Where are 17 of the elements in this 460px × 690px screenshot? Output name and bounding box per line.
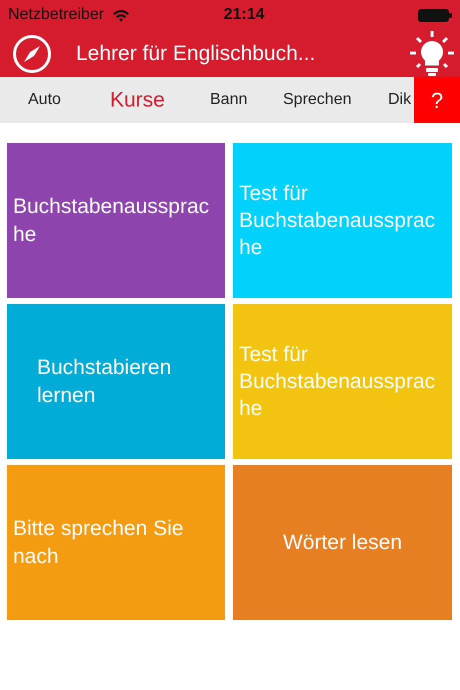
lightbulb-icon[interactable]	[408, 30, 456, 78]
help-button[interactable]: ?	[414, 77, 460, 123]
course-tile[interactable]: Buchstabieren lernen	[7, 304, 225, 459]
clock-time: 21:14	[224, 5, 264, 25]
course-tile[interactable]: Bitte sprechen Sie nach	[7, 465, 225, 620]
course-tile[interactable]: Buchstabenaussprache	[7, 143, 225, 298]
tab[interactable]: Sprechen	[283, 88, 352, 112]
compass-icon[interactable]	[12, 34, 52, 74]
battery-icon	[418, 8, 452, 22]
tab[interactable]: Bann	[210, 88, 248, 112]
tab[interactable]: Dik	[388, 88, 412, 112]
tab[interactable]: Kurse	[110, 84, 165, 116]
window-title: Lehrer für Englischbuch...	[76, 40, 316, 67]
tab[interactable]: Auto	[28, 88, 61, 112]
course-tile[interactable]: Wörter lesen	[233, 465, 452, 620]
wifi-icon	[112, 8, 130, 22]
carrier-name: Netzbetreiber	[8, 5, 104, 25]
